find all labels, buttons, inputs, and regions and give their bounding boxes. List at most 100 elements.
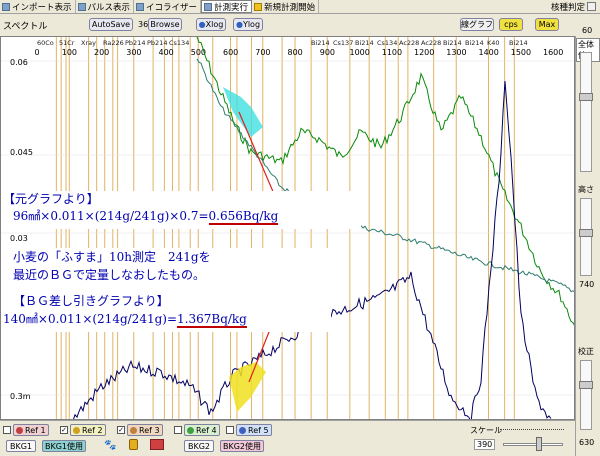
- annotation-result-2: 1.367Bq/kg: [177, 312, 247, 328]
- pulse-icon: [77, 2, 86, 11]
- ref1-button[interactable]: Ref 1: [13, 424, 49, 436]
- y-tick-label-1: 0.045: [10, 148, 33, 157]
- spectrum-header: スペクトル AutoSave 3600 Browse ●Xlog ●Ylog 線…: [0, 14, 600, 36]
- right-panel: 60 全体値 高さ 740 校正 630: [575, 26, 600, 456]
- xlog-radio-icon: ●: [198, 20, 206, 29]
- annotation-note-2: 最近のＢＧで定量しなおしたもの。: [13, 268, 206, 282]
- isotope-label-4: Pb214: [125, 39, 145, 47]
- height-slider-thumb[interactable]: [579, 229, 593, 237]
- isotope-label-16: Bi214: [509, 39, 528, 47]
- ref3-button[interactable]: Ref 3: [127, 424, 163, 436]
- calibration-value: 630: [579, 438, 595, 447]
- isotope-label-6: Cs134: [169, 39, 189, 47]
- autosave-button[interactable]: AutoSave: [89, 18, 133, 31]
- yellow-roi-fill: [229, 362, 266, 412]
- x-tick-label-7: 700: [255, 48, 270, 57]
- zoom-slider-thumb[interactable]: [579, 93, 593, 101]
- isotope-label-7: Bi214: [311, 39, 330, 47]
- ylog-button[interactable]: ● Ylog: [233, 18, 263, 31]
- line-graph-button[interactable]: 線グラフ: [460, 18, 494, 31]
- max-button[interactable]: Max: [535, 18, 559, 31]
- top-value: 60: [582, 26, 593, 35]
- lock-icon[interactable]: [129, 439, 138, 450]
- nuclide-id-label[interactable]: 核種判定: [551, 1, 585, 13]
- isotope-label-8: Cs137: [333, 39, 353, 47]
- y-tick-label-2: 0.03: [10, 234, 28, 243]
- spectrum-title: スペクトル: [3, 22, 48, 32]
- x-tick-label-13: 1300: [446, 48, 466, 57]
- ref4-checkbox[interactable]: [174, 426, 182, 434]
- x-tick-label-16: 1600: [543, 48, 563, 57]
- x-tick-label-8: 800: [288, 48, 303, 57]
- bkg2-button[interactable]: BKG2: [184, 440, 214, 452]
- spectrum-chart[interactable]: 0 100 200 300 400 500 600 700 800 900 1000 1100 1200…: [0, 36, 575, 420]
- new-measure-button[interactable]: 新規計測開始: [252, 0, 320, 13]
- calibration-slider-thumb[interactable]: [579, 381, 593, 389]
- bkg1-use-button[interactable]: BKG1使用: [42, 440, 86, 452]
- ref3-dot-icon: [130, 426, 137, 434]
- x-tick-label-11: 1100: [382, 48, 402, 57]
- annotation-formula-1: 96㎟×0.011×(214g/241g)×0.7=0.656Bq/kg: [13, 209, 279, 225]
- isotope-label-2: Xray: [81, 39, 96, 47]
- scale-slider-thumb[interactable]: [536, 437, 542, 451]
- nuclide-checkbox[interactable]: [587, 2, 596, 11]
- x-tick-label-10: 1000: [350, 48, 370, 57]
- cps-button[interactable]: cps: [499, 18, 523, 31]
- x-tick-label-4: 400: [159, 48, 174, 57]
- isotope-label-13: Bi214: [443, 39, 462, 47]
- toolbar: インポート表示 パルス表示 イコライザー 計測実行 新規計測開始 核種判定: [0, 0, 600, 14]
- scale-label: スケール: [470, 426, 502, 435]
- measure-run-button[interactable]: 計測実行: [201, 0, 253, 13]
- ref4-button[interactable]: Ref 4: [184, 424, 220, 436]
- y-tick-label-0: 0.06: [10, 58, 28, 67]
- bkg2-use-button[interactable]: BKG2使用: [220, 440, 264, 452]
- isotope-label-5: Pb214: [147, 39, 167, 47]
- paw-icon[interactable]: 🐾: [104, 440, 116, 451]
- ref1-dot-icon: [16, 426, 23, 434]
- ref2-dot-icon: [73, 426, 80, 434]
- isotope-label-14: Bi214: [465, 39, 484, 47]
- x-tick-label-12: 1200: [414, 48, 434, 57]
- x-tick-label-3: 300: [126, 48, 141, 57]
- import-icon: [2, 2, 10, 11]
- isotope-label-10: Cs134: [377, 39, 397, 47]
- ref2-button[interactable]: Ref 2: [70, 424, 106, 436]
- bkg1-button[interactable]: BKG1: [6, 440, 36, 452]
- start-icon: [254, 2, 263, 11]
- scale-value[interactable]: 390: [474, 439, 496, 450]
- x-tick-label-1: 100: [62, 48, 77, 57]
- x-tick-label-15: 1500: [511, 48, 531, 57]
- ref5-checkbox[interactable]: [226, 426, 234, 434]
- camera-icon[interactable]: [150, 439, 164, 450]
- isotope-label-9: Bi214: [355, 39, 374, 47]
- ref1-checkbox[interactable]: [3, 426, 11, 434]
- ref3-checkbox[interactable]: ✓: [117, 426, 125, 434]
- height-label: 高さ: [578, 185, 594, 194]
- equalizer-button[interactable]: イコライザー: [134, 0, 202, 13]
- equalizer-icon: [136, 2, 145, 11]
- import-view-button[interactable]: インポート表示: [0, 0, 76, 13]
- y-tick-label-3: 0.3m: [10, 392, 31, 401]
- xlog-button[interactable]: ● Xlog: [196, 18, 226, 31]
- isotope-label-12: Ac228: [421, 39, 441, 47]
- x-tick-label-2: 200: [94, 48, 109, 57]
- height-value: 740: [579, 280, 595, 289]
- isotope-label-11: Ac228: [399, 39, 419, 47]
- annotation-note: 小麦の「ふすま」10h測定 241gを 最近のＢＧで定量しなおしたもの。 【ＢＧ…: [1, 248, 331, 332]
- x-tick-label-9: 900: [320, 48, 335, 57]
- ref2-checkbox[interactable]: ✓: [60, 426, 68, 434]
- pulse-view-button[interactable]: パルス表示: [76, 0, 135, 13]
- ref5-dot-icon: [239, 426, 246, 434]
- annotation-title-1: 【元グラフより】: [3, 192, 99, 206]
- ref5-button[interactable]: Ref 5: [236, 424, 272, 436]
- bottom-bar: Ref 1 ✓ Ref 2 ✓ Ref 3 Ref 4 Ref 5 BKG1 B…: [0, 420, 575, 456]
- annotation-title-2: 【ＢＧ差し引きグラフより】: [13, 294, 169, 308]
- calibration-slider[interactable]: [579, 360, 593, 430]
- scale-slider[interactable]: [503, 443, 563, 446]
- zoom-slider[interactable]: [579, 52, 593, 172]
- ref4-dot-icon: [187, 426, 194, 434]
- height-slider[interactable]: [579, 198, 593, 276]
- x-tick-label-0: 0: [35, 48, 40, 57]
- browse-button[interactable]: Browse: [148, 18, 182, 31]
- isotope-label-0: 60Co: [37, 39, 54, 47]
